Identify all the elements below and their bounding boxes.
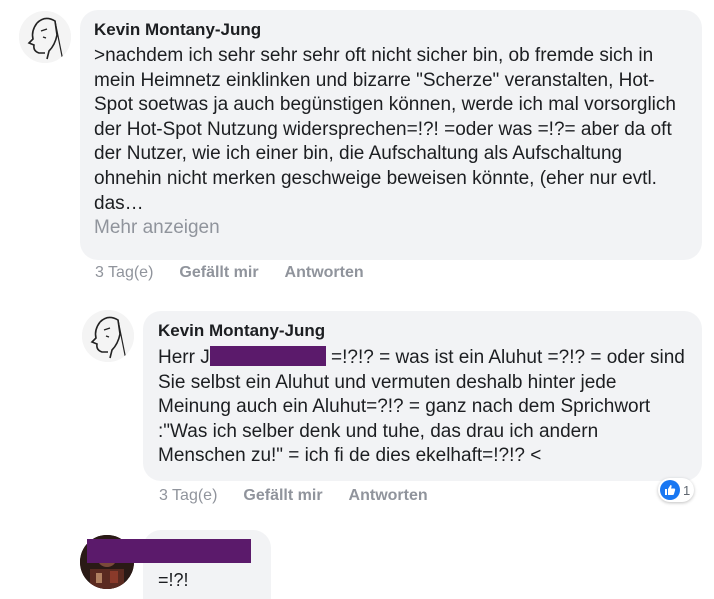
avatar[interactable] <box>19 11 71 63</box>
show-more-link[interactable]: Mehr anzeigen <box>94 217 688 239</box>
comment-actions: 3 Tag(e) Gefällt mir Antworten <box>95 264 364 282</box>
like-button[interactable]: Gefällt mir <box>243 487 322 505</box>
like-icon <box>660 480 680 500</box>
redacted-name <box>87 539 251 563</box>
comment-bubble: =!?! <box>87 530 271 599</box>
sketch-face-icon <box>19 11 71 63</box>
reaction-count: 1 <box>683 482 691 498</box>
reply-button[interactable]: Antworten <box>349 487 428 505</box>
comment-actions: 3 Tag(e) Gefällt mir Antworten <box>159 487 428 505</box>
comment-author[interactable]: Kevin Montany-Jung <box>94 20 688 40</box>
reaction-summary[interactable]: 1 <box>658 478 695 502</box>
comment-timestamp[interactable]: 3 Tag(e) <box>159 487 217 505</box>
comment-text: =!?! <box>158 570 189 590</box>
comment-text-start: Herr J <box>158 347 210 368</box>
redacted-name <box>209 346 326 366</box>
comment-text: >nachdem ich sehr sehr sehr oft nicht si… <box>94 45 676 214</box>
comment-bubble: Kevin Montany-Jung >nachdem ich sehr seh… <box>80 10 702 260</box>
comment-timestamp[interactable]: 3 Tag(e) <box>95 264 153 282</box>
reply-bubble: Kevin Montany-Jung Herr J =!?!? = was is… <box>143 311 702 481</box>
comment-author[interactable]: Kevin Montany-Jung <box>158 321 688 341</box>
comment-text: Herr J =!?!? = was ist ein Aluhut =?!? =… <box>158 346 688 469</box>
reply-button[interactable]: Antworten <box>285 264 364 282</box>
sketch-face-icon <box>82 310 134 362</box>
like-button[interactable]: Gefällt mir <box>179 264 258 282</box>
avatar[interactable] <box>82 310 134 362</box>
